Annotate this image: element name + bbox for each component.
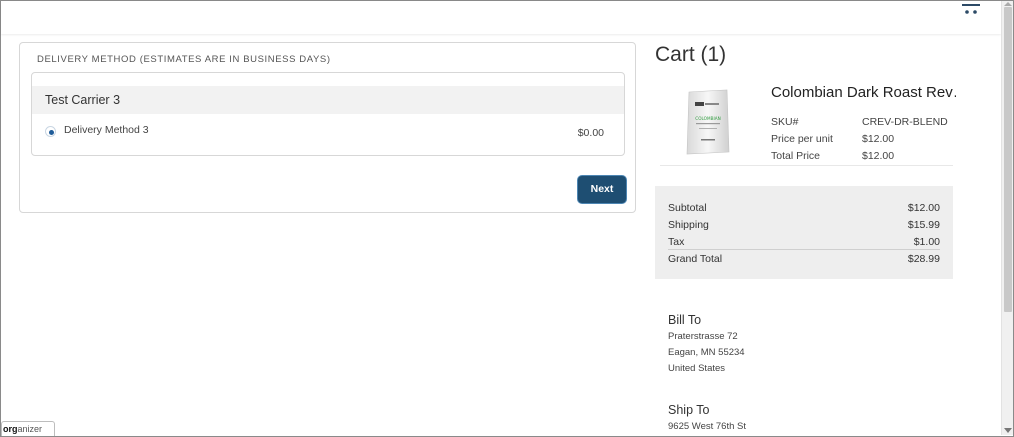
product-name[interactable]: Colombian Dark Roast Rev…: [771, 84, 956, 101]
subtotal-label: Subtotal: [668, 202, 707, 214]
svg-text:COLOMBIAN: COLOMBIAN: [695, 116, 720, 121]
delivery-method-panel: DELIVERY METHOD (ESTIMATES ARE IN BUSINE…: [19, 42, 636, 213]
cart-icon[interactable]: [961, 3, 981, 15]
carrier-option-box: Test Carrier 3 Delivery Method 3 $0.00: [31, 72, 625, 156]
next-button[interactable]: Next: [578, 176, 626, 203]
tax-label: Tax: [668, 236, 685, 248]
ship-to-heading: Ship To: [668, 403, 710, 417]
total-price-value: $12.00: [862, 150, 895, 162]
radio-selected-dot: [48, 129, 54, 135]
subtotal-value: $12.00: [907, 202, 940, 214]
sku-label: SKU#: [771, 116, 799, 128]
bill-to-heading: Bill To: [668, 313, 702, 327]
grand-total-label: Grand Total: [668, 253, 723, 265]
scrollbar-thumb[interactable]: [1004, 7, 1012, 312]
tax-value: $1.00: [913, 236, 940, 248]
total-price-label: Total Price: [771, 150, 821, 162]
bill-to-line-3: United States: [668, 363, 726, 374]
carrier-header: Test Carrier 3: [32, 86, 624, 114]
delivery-method-option[interactable]: Delivery Method 3 $0.00: [32, 121, 624, 143]
scroll-down-arrow-icon[interactable]: [1004, 428, 1012, 433]
order-totals: Subtotal $12.00 Shipping $15.99 Tax $1.0…: [655, 186, 953, 279]
shipping-value: $15.99: [907, 219, 940, 231]
cart-title: Cart (1): [655, 43, 727, 66]
vertical-scrollbar[interactable]: [1001, 1, 1013, 435]
price-per-unit-value: $12.00: [862, 133, 895, 145]
organizer-tab-rest: anizer: [17, 424, 43, 434]
top-bar: [1, 1, 1001, 34]
product-divider: [660, 165, 953, 166]
grand-total-value: $28.99: [907, 253, 940, 265]
ship-to-line-1: 9625 West 76th St: [668, 421, 746, 432]
sku-value: CREV-DR-BLEND: [862, 116, 948, 128]
scroll-up-arrow-icon[interactable]: [1004, 2, 1012, 6]
carrier-name: Test Carrier 3: [45, 93, 121, 107]
organizer-tab[interactable]: organizer: [1, 421, 55, 436]
shipping-label: Shipping: [668, 219, 709, 231]
delivery-panel-title: DELIVERY METHOD (ESTIMATES ARE IN BUSINE…: [37, 54, 331, 65]
delivery-method-radio[interactable]: [45, 126, 56, 137]
bill-to-line-2: Eagan, MN 55234: [668, 347, 745, 358]
delivery-method-price: $0.00: [577, 127, 604, 139]
product-image[interactable]: COLOMBIAN: [683, 86, 733, 158]
totals-divider: [668, 249, 940, 250]
organizer-tab-bold: org: [3, 424, 18, 434]
delivery-method-label[interactable]: Delivery Method 3: [64, 124, 149, 136]
bill-to-line-1: Praterstrasse 72: [668, 331, 738, 342]
price-per-unit-label: Price per unit: [771, 133, 833, 145]
